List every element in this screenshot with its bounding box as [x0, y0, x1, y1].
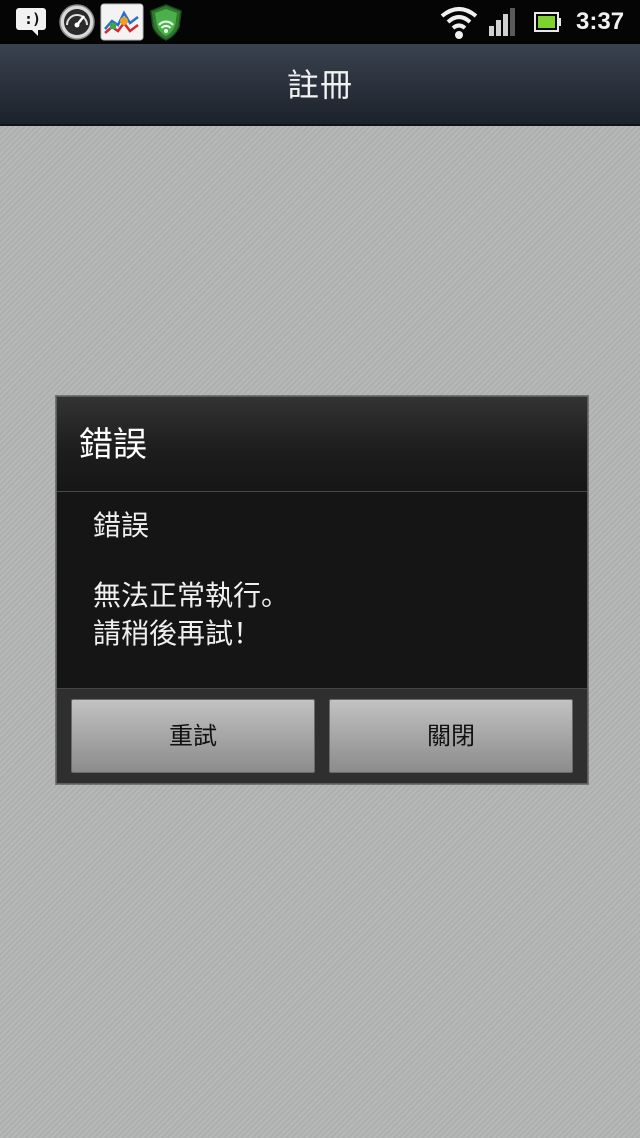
message-smile-icon[interactable]: :) [16, 8, 48, 36]
dialog-title: 錯誤 [79, 425, 147, 465]
title-bar: 註冊 [0, 44, 640, 126]
dialog-header: 錯誤 [57, 397, 587, 491]
retry-button[interactable]: 重試 [71, 699, 315, 773]
status-time: 3:37 [576, 8, 625, 35]
close-button[interactable]: 關閉 [329, 699, 573, 773]
dialog-button-bar: 重試 關閉 [57, 688, 587, 783]
message-line-3: 請稍後再試！ [93, 617, 262, 650]
chart-app-icon[interactable] [100, 3, 144, 41]
shield-icon[interactable] [148, 3, 184, 41]
message-icon-text: :) [24, 10, 41, 28]
error-dialog: 錯誤 錯誤 無法正常執行。 請稍後再試！ 重試 關閉 [56, 396, 588, 784]
message-line-2: 無法正常執行。 [93, 579, 290, 612]
signal-icon [489, 8, 515, 36]
wifi-icon [440, 7, 478, 39]
dialog-message: 錯誤 無法正常執行。 請稍後再試！ [57, 492, 587, 688]
status-bar: :) 3:37 [0, 0, 640, 44]
page-title: 註冊 [286, 66, 353, 104]
message-line-1: 錯誤 [93, 509, 150, 542]
speedometer-icon[interactable] [58, 3, 96, 41]
battery-icon [534, 12, 561, 32]
